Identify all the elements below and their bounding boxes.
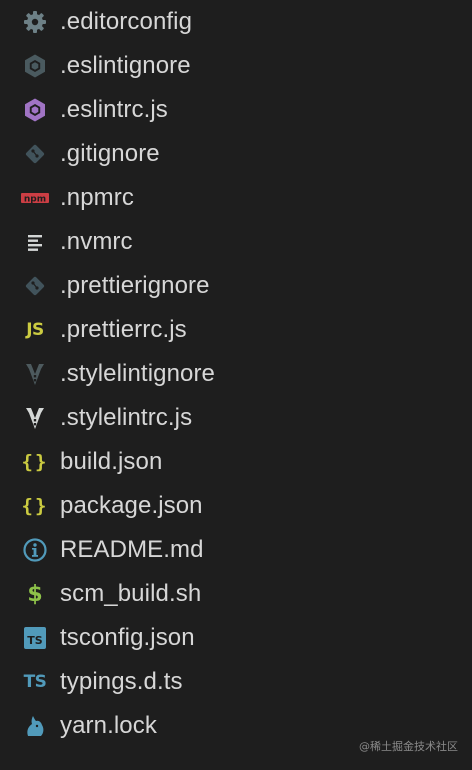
json-icon: {} <box>21 451 49 473</box>
file-row[interactable]: {} build.json <box>0 440 472 484</box>
file-name: typings.d.ts <box>60 668 183 695</box>
git-icon <box>20 273 50 299</box>
eslint-ignore-icon <box>20 53 50 79</box>
file-row[interactable]: .stylelintrc.js <box>0 396 472 440</box>
file-row[interactable]: .prettierignore <box>0 264 472 308</box>
file-name: .npmrc <box>60 184 134 211</box>
file-name: .editorconfig <box>60 8 193 35</box>
file-row[interactable]: .gitignore <box>0 132 472 176</box>
svg-text:npm: npm <box>24 194 46 204</box>
git-icon <box>20 141 50 167</box>
json-icon: {} <box>21 495 49 517</box>
file-row[interactable]: npm .npmrc <box>0 176 472 220</box>
file-name: package.json <box>60 492 203 519</box>
file-name: .nvmrc <box>60 228 133 255</box>
file-name: .stylelintignore <box>60 360 216 387</box>
file-name: yarn.lock <box>60 712 157 739</box>
file-row[interactable]: .nvmrc <box>0 220 472 264</box>
watermark: @稀土掘金技术社区 <box>359 740 458 753</box>
file-row[interactable]: .eslintrc.js <box>0 88 472 132</box>
file-row[interactable]: README.md <box>0 528 472 572</box>
file-name: .eslintignore <box>60 52 191 79</box>
npm-icon: npm <box>20 185 50 211</box>
gear-icon <box>20 9 50 35</box>
file-row[interactable]: .editorconfig <box>0 0 472 44</box>
file-row[interactable]: JS .prettierrc.js <box>0 308 472 352</box>
file-name: .gitignore <box>60 140 160 167</box>
eslint-icon <box>20 97 50 123</box>
js-icon: JS <box>26 320 44 340</box>
file-name: .eslintrc.js <box>60 96 168 123</box>
file-row[interactable]: {} package.json <box>0 484 472 528</box>
file-name: build.json <box>60 448 163 475</box>
file-row[interactable]: .eslintignore <box>0 44 472 88</box>
file-row[interactable]: $ scm_build.sh <box>0 572 472 616</box>
file-row[interactable]: TS typings.d.ts <box>0 660 472 704</box>
text-lines-icon <box>20 229 50 255</box>
file-row[interactable]: TS tsconfig.json <box>0 616 472 660</box>
file-name: README.md <box>60 536 204 563</box>
file-name: .prettierignore <box>60 272 210 299</box>
file-name: tsconfig.json <box>60 624 195 651</box>
stylelint-ignore-icon <box>20 361 50 387</box>
file-name: scm_build.sh <box>60 580 202 607</box>
stylelint-icon <box>20 405 50 431</box>
svg-text:TS: TS <box>27 634 43 647</box>
file-name: .stylelintrc.js <box>60 404 193 431</box>
yarn-icon <box>20 713 50 739</box>
typescript-icon: TS <box>23 672 47 692</box>
info-icon <box>20 537 50 563</box>
file-name: .prettierrc.js <box>60 316 187 343</box>
shell-icon: $ <box>27 581 43 607</box>
tsconfig-icon: TS <box>20 625 50 651</box>
file-row[interactable]: .stylelintignore <box>0 352 472 396</box>
